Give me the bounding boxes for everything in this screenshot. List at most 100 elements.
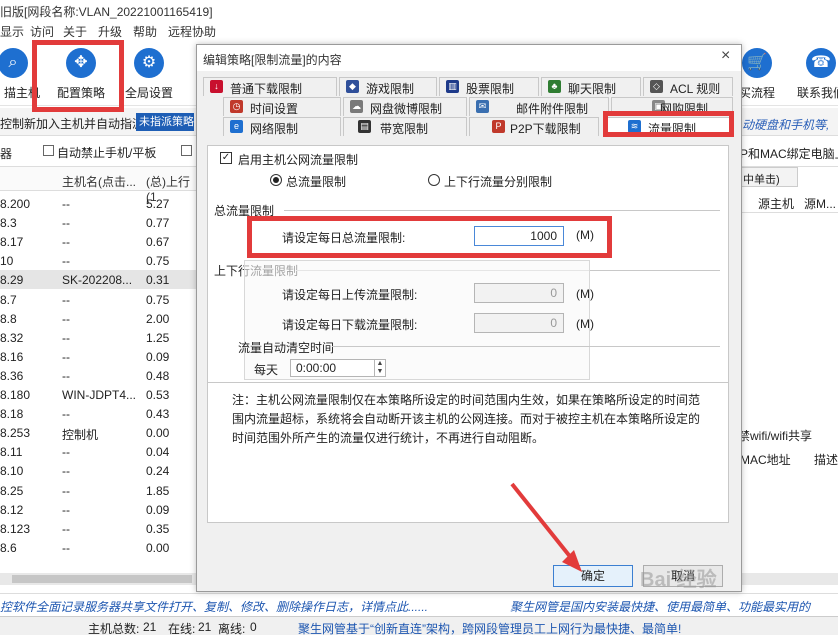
host-upload-cell: 0.09 (146, 502, 170, 517)
host-table: 主机名(点击... (总)上行(1 8.200 -- 5.27 8.3 -- 0.77 8.… (0, 167, 200, 587)
col-source-host[interactable]: 源主机 (758, 195, 794, 212)
daily-download-input[interactable]: 0 (474, 313, 564, 333)
tab-stock[interactable]: ▥ 股票限制 (439, 77, 539, 96)
table-row[interactable]: 8.10 -- 0.24 (0, 461, 200, 480)
host-ip-cell: 8.253 (0, 426, 31, 441)
gear-icon: ⚙ (134, 48, 164, 78)
tab-mail-attachment[interactable]: ✉ 邮件附件限制 (469, 97, 609, 116)
ticker-left[interactable]: 控软件全面记录服务器共享文件打开、复制、修改、删除操作日志，详情点此...... (0, 598, 428, 615)
table-row[interactable]: 8.3 -- 0.77 (0, 213, 200, 232)
menu-bar: 显示 访问 关于 升级 帮助 远程协助 (0, 20, 838, 42)
auto-block-mobile-checkbox[interactable] (43, 145, 54, 156)
daily-upload-unit: (M) (576, 287, 594, 301)
host-ip-cell: 8.8 (0, 311, 17, 326)
host-name-cell: -- (62, 483, 70, 498)
tab-label: 带宽限制 (380, 122, 429, 136)
status-bar: 主机总数: 21 在线: 21 离线: 0 聚生网管基于“创新直连”架构，跨网段… (0, 616, 838, 636)
right-panel: 中单击) 源主机 源M... 禁wifi/wifi共享 MAC地址 描述 (738, 167, 838, 573)
spinner-arrows-icon[interactable]: ▲ ▼ (374, 360, 385, 376)
bandwidth-icon: ▤ (358, 120, 371, 133)
host-ip-cell: 8.36 (0, 368, 24, 383)
table-row[interactable]: 10 -- 0.75 (0, 251, 200, 270)
table-row[interactable]: 8.8 -- 2.00 (0, 309, 200, 328)
watermark: Bai 经验 (640, 569, 717, 591)
host-ip-cell: 8.16 (0, 349, 24, 364)
contact-us-button[interactable]: ☎ 联系我们 (790, 48, 838, 104)
table-row[interactable]: 8.18 -- 0.43 (0, 404, 200, 423)
col-mac-address[interactable]: MAC地址 (740, 451, 791, 468)
menu-item-about[interactable]: 关于 (63, 23, 87, 40)
table-row[interactable]: 8.123 -- 0.35 (0, 519, 200, 538)
divider (332, 346, 720, 347)
tab-netdisk-weibo[interactable]: ☁ 网盘微博限制 (343, 97, 467, 116)
cart-icon: 🛒 (742, 48, 772, 78)
table-row[interactable]: 8.253 控制机 0.00 (0, 423, 200, 442)
host-upload-cell: 1.25 (146, 330, 170, 345)
table-row[interactable]: 8.200 -- 5.27 (0, 194, 200, 213)
ticker-right[interactable]: 聚生网管是国内安装最快捷、使用最简单、功能最实用的 (510, 598, 810, 615)
table-row[interactable]: 8.36 -- 0.48 (0, 366, 200, 385)
host-upload-cell: 5.27 (146, 197, 170, 211)
table-row[interactable]: 8.25 -- 1.85 (0, 481, 200, 500)
tab-p2p-download[interactable]: P P2P下载限制 (469, 117, 599, 136)
right-panel-header-2: MAC地址 描述 (738, 447, 838, 469)
col-source-mac[interactable]: 源M... (804, 195, 836, 212)
host-ip-cell: 8.10 (0, 464, 24, 479)
host-upload-cell: 0.09 (146, 349, 170, 364)
table-row[interactable]: 8.7 -- 0.75 (0, 290, 200, 309)
table-row[interactable]: 8.6 -- 0.00 (0, 538, 200, 557)
close-icon[interactable]: × (721, 47, 730, 65)
host-name-cell: WIN-JDPT4... (62, 388, 136, 402)
table-row[interactable]: 8.17 -- 0.67 (0, 232, 200, 251)
host-upload-cell: 0.04 (146, 445, 170, 460)
tab-acl[interactable]: ◇ ACL 规则 (643, 77, 733, 96)
split-limit-radio[interactable] (428, 174, 440, 186)
tab-network[interactable]: e 网络限制 (223, 117, 341, 136)
menu-item-display[interactable]: 显示 (0, 23, 24, 40)
host-upload-cell: 0.53 (146, 388, 170, 402)
wifi-share-label: 禁wifi/wifi共享 (738, 429, 812, 443)
option-checkbox[interactable] (181, 145, 192, 156)
menu-item-remote-assist[interactable]: 远程协助 (168, 23, 216, 40)
menu-item-upgrade[interactable]: 升级 (98, 23, 122, 40)
table-row[interactable]: 8.16 -- 0.09 (0, 347, 200, 366)
table-row[interactable]: 8.29 SK-202208... 0.31 (0, 270, 200, 290)
clear-time-spinner[interactable]: 0:00:00 ▲ ▼ (290, 359, 386, 377)
tab-game[interactable]: ◆ 游戏限制 (339, 77, 437, 96)
tab-time-settings[interactable]: ◷ 时间设置 (223, 97, 341, 116)
host-upload-cell: 0.24 (146, 464, 170, 479)
option-bar-label: 器 (0, 147, 13, 161)
host-name-cell: -- (62, 502, 70, 517)
enable-traffic-limit-checkbox[interactable]: ✓ (220, 152, 232, 164)
right-panel-tab[interactable]: 中单击) (738, 167, 798, 187)
tab-normal-download[interactable]: ↓ 普通下载限制 (203, 77, 337, 96)
menu-item-visit[interactable]: 访问 (30, 23, 54, 40)
ip-mac-bind-label: P和MAC绑定电脑上 (740, 147, 838, 161)
scrollbar-thumb[interactable] (12, 575, 192, 583)
host-upload-cell: 0.35 (146, 521, 170, 536)
col-hostname[interactable]: 主机名(点击... (62, 173, 136, 190)
menu-item-help[interactable]: 帮助 (133, 23, 157, 40)
table-row[interactable]: 8.32 -- 1.25 (0, 328, 200, 347)
tab-chat[interactable]: ♣ 聊天限制 (541, 77, 641, 96)
col-description[interactable]: 描述 (814, 451, 838, 468)
tab-label: 时间设置 (250, 102, 299, 116)
host-name-cell: -- (62, 254, 70, 269)
stock-icon: ▥ (446, 80, 459, 93)
global-settings-button[interactable]: ⚙ 全局设置 (118, 48, 180, 104)
host-ip-cell: 8.6 (0, 540, 17, 555)
table-row[interactable]: 8.12 -- 0.09 (0, 500, 200, 519)
tab-label: 网络限制 (250, 122, 299, 136)
daily-upload-input[interactable]: 0 (474, 283, 564, 303)
promo-text[interactable]: 动硬盘和手机等, (742, 116, 829, 133)
table-row[interactable]: 8.11 -- 0.04 (0, 442, 200, 461)
host-name-cell: -- (62, 445, 70, 460)
host-upload-cell: 0.43 (146, 407, 170, 422)
table-row[interactable]: 8.180 WIN-JDPT4... 0.53 (0, 385, 200, 404)
policy-select[interactable]: 未指派策略 (136, 113, 194, 131)
tab-bandwidth[interactable]: ▤ 带宽限制 (343, 117, 467, 136)
total-limit-radio[interactable] (270, 174, 282, 186)
download-icon: ↓ (210, 80, 223, 93)
host-name-cell: -- (62, 197, 70, 211)
global-settings-label: 全局设置 (124, 86, 173, 100)
